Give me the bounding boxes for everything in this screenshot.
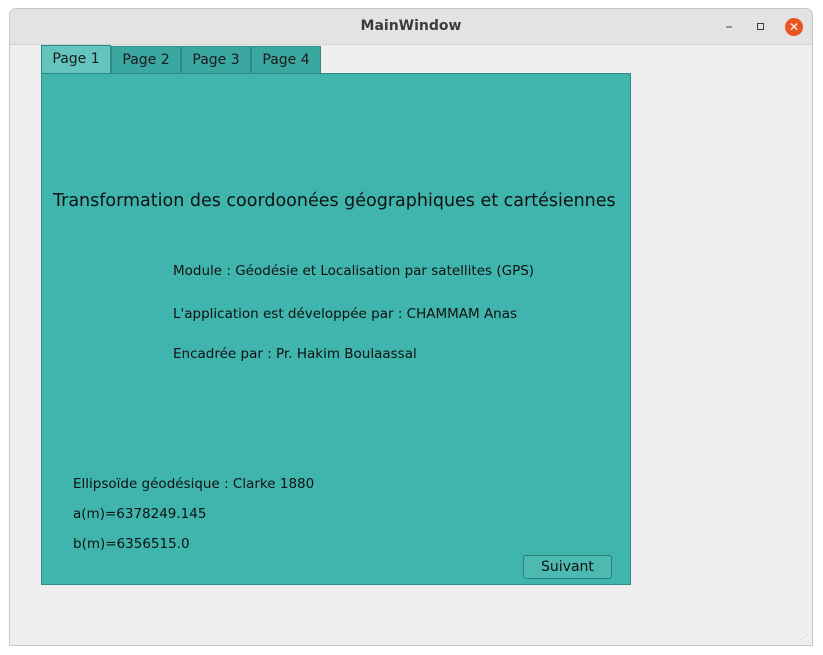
tab-page-4[interactable]: Page 4 <box>251 46 321 73</box>
minimize-icon[interactable]: – <box>719 17 739 37</box>
tab-panel-page-1: Transformation des coordoonées géographi… <box>41 73 631 585</box>
tab-page-1[interactable]: Page 1 <box>41 45 111 74</box>
module-label: Module : Géodésie et Localisation par sa… <box>173 263 535 279</box>
semi-minor-axis-label: b(m)=6356515.0 <box>73 536 190 552</box>
maximize-square <box>757 23 764 30</box>
main-window: MainWindow – ✕ Page 1 Page 2 Page 3 Page… <box>9 8 813 646</box>
maximize-icon[interactable] <box>751 17 771 37</box>
page-title: Transformation des coordoonées géographi… <box>53 191 616 211</box>
tab-page-3[interactable]: Page 3 <box>181 46 251 73</box>
resize-grip-icon[interactable]: ⋰ <box>800 633 810 643</box>
title-bar[interactable]: MainWindow – ✕ <box>10 9 812 45</box>
close-icon[interactable]: ✕ <box>785 18 803 36</box>
ellipsoid-label: Ellipsoïde géodésique : Clarke 1880 <box>73 476 315 492</box>
developer-label: L'application est développée par : CHAMM… <box>173 306 518 322</box>
semi-major-axis-label: a(m)=6378249.145 <box>73 506 207 522</box>
tab-page-2[interactable]: Page 2 <box>111 46 181 73</box>
next-button[interactable]: Suivant <box>523 555 612 579</box>
window-title: MainWindow <box>360 18 462 34</box>
supervisor-label: Encadrée par : Pr. Hakim Boulaassal <box>173 346 417 362</box>
